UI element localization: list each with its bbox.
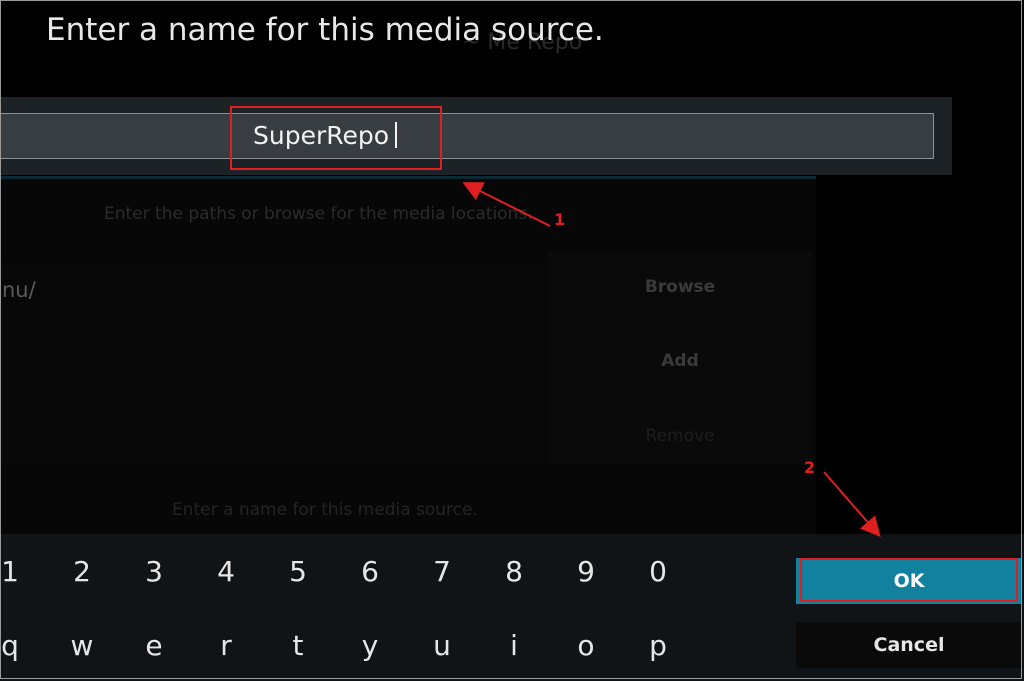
annotation-step-1: 1 xyxy=(554,210,566,229)
key-5[interactable]: 5 xyxy=(268,540,328,604)
number-row: 1 2 3 4 5 6 7 8 9 0 xyxy=(0,540,720,604)
key-y[interactable]: y xyxy=(340,614,400,678)
letter-row: q w e r t y u i o p xyxy=(0,614,720,678)
key-4[interactable]: 4 xyxy=(196,540,256,604)
key-8[interactable]: 8 xyxy=(484,540,544,604)
background-path-item: nu/ xyxy=(2,278,36,302)
key-o[interactable]: o xyxy=(556,614,616,678)
key-3[interactable]: 3 xyxy=(124,540,184,604)
background-path-list xyxy=(0,262,545,462)
background-remove-button: Remove xyxy=(645,426,715,446)
background-instruction: Enter the paths or browse for the media … xyxy=(104,204,533,224)
background-panel-accent xyxy=(0,176,816,179)
key-p[interactable]: p xyxy=(628,614,688,678)
key-w[interactable]: w xyxy=(52,614,112,678)
key-7[interactable]: 7 xyxy=(412,540,472,604)
key-2[interactable]: 2 xyxy=(52,540,112,604)
name-input[interactable] xyxy=(0,113,934,159)
annotation-step-2: 2 xyxy=(804,458,816,477)
key-r[interactable]: r xyxy=(196,614,256,678)
key-i[interactable]: i xyxy=(484,614,544,678)
key-9[interactable]: 9 xyxy=(556,540,616,604)
cancel-button[interactable]: Cancel xyxy=(796,622,1022,668)
key-6[interactable]: 6 xyxy=(340,540,400,604)
key-q[interactable]: q xyxy=(0,614,40,678)
annotation-highlight-ok xyxy=(800,558,1018,602)
dialog-title: Enter a name for this media source. xyxy=(46,12,604,48)
key-0[interactable]: 0 xyxy=(628,540,688,604)
key-u[interactable]: u xyxy=(412,614,472,678)
key-t[interactable]: t xyxy=(268,614,328,678)
background-browse-button: Browse xyxy=(644,277,716,297)
key-e[interactable]: e xyxy=(124,614,184,678)
annotation-highlight-input xyxy=(230,106,442,170)
background-add-button: Add xyxy=(661,351,699,371)
background-name-label: Enter a name for this media source. xyxy=(172,500,478,520)
key-1[interactable]: 1 xyxy=(0,540,40,604)
